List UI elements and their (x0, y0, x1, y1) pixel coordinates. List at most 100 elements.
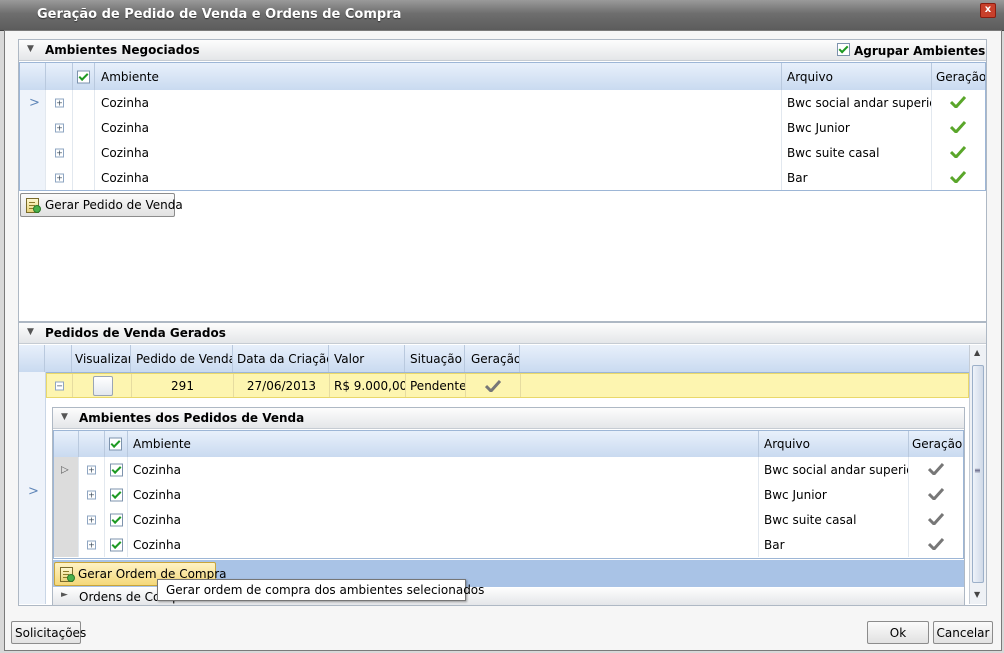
green-check-icon (950, 146, 966, 158)
select-all-check-icon[interactable] (77, 70, 90, 83)
header-arquivo[interactable]: Arquivo (782, 63, 932, 90)
green-check-icon (950, 96, 966, 108)
row-select[interactable] (105, 532, 128, 557)
pedido-value: 291 (171, 378, 194, 393)
ambientes-panel: ▼ Ambientes Negociados Agrupar Ambientes… (18, 39, 987, 322)
scroll-up-icon[interactable]: ▲ (974, 348, 980, 357)
header-expand-cell (79, 431, 105, 457)
row-geracao (909, 532, 963, 557)
expand-plus-icon[interactable]: + (55, 98, 64, 107)
table-row[interactable]: + Cozinha Bwc Junior (54, 482, 963, 508)
expand-plus-icon[interactable]: + (87, 540, 96, 549)
header-indicator-cell (20, 63, 46, 90)
ok-button[interactable]: Ok (867, 621, 929, 644)
row-check-icon[interactable] (110, 463, 123, 476)
pedido-row-selected[interactable]: − 291 27/06/2013 R$ 9.000,00 Pendente (46, 373, 969, 398)
row-expand[interactable]: + (79, 482, 105, 507)
header-visualizar[interactable]: Visualizar (72, 345, 131, 372)
row-expand[interactable]: + (46, 90, 73, 115)
expand-plus-icon[interactable]: + (55, 123, 64, 132)
col-geracao-label: Geração (936, 69, 985, 84)
pedidos-header[interactable]: ▼ Pedidos de Venda Gerados (19, 323, 986, 344)
expand-plus-icon[interactable]: + (55, 148, 64, 157)
row-arquivo: Bar (759, 532, 909, 557)
row-expand[interactable]: + (46, 140, 73, 165)
row-select[interactable] (105, 482, 128, 507)
table-row[interactable]: + Cozinha Bwc Junior (20, 115, 985, 141)
header-select-all[interactable] (105, 431, 128, 457)
valor-value: R$ 9.000,00 (334, 378, 406, 393)
select-all-check-icon[interactable] (109, 437, 122, 451)
header-ambiente[interactable]: Ambiente (95, 63, 782, 90)
situacao-cell: Pendente (406, 374, 466, 397)
gerar-pedido-venda-button[interactable]: Gerar Pedido de Venda (20, 193, 183, 217)
ambientes-header[interactable]: ▼ Ambientes Negociados Agrupar Ambientes (19, 40, 986, 61)
row-expand[interactable]: + (46, 115, 73, 140)
header-geracao[interactable]: Geração (465, 345, 520, 372)
table-row[interactable]: + Cozinha Bar (54, 532, 963, 557)
visualizar-cell[interactable] (73, 374, 132, 397)
scroll-down-icon[interactable]: ▼ (974, 590, 980, 599)
row-check-icon[interactable] (110, 538, 123, 551)
ambiente-value: Cozinha (133, 462, 181, 477)
row-expand[interactable]: + (79, 457, 105, 482)
table-row[interactable]: > + Cozinha Bwc social andar superior (20, 90, 985, 116)
close-button[interactable]: x (980, 3, 996, 18)
cancelar-button[interactable]: Cancelar (933, 621, 993, 644)
window-titlebar: Geração de Pedido de Venda e Ordens de C… (0, 0, 1004, 31)
expand-plus-icon[interactable]: + (87, 465, 96, 474)
collapse-arrow-icon: ▼ (27, 327, 34, 337)
row-check-icon[interactable] (110, 513, 123, 526)
ambiente-value: Cozinha (133, 512, 181, 527)
col-valor-label: Valor (334, 351, 365, 366)
scroll-thumb[interactable]: ≡ (972, 365, 984, 583)
row-expand[interactable]: + (46, 165, 73, 190)
row-ambiente: Cozinha (128, 457, 759, 482)
agrupar-check-icon[interactable] (837, 43, 850, 56)
pedidos-indicator-column: > (19, 372, 46, 604)
expand-plus-icon[interactable]: + (87, 490, 96, 499)
expand-plus-icon[interactable]: + (55, 173, 64, 182)
gray-check-icon (928, 463, 944, 475)
row-select[interactable] (105, 507, 128, 532)
magnifier-document-icon[interactable] (93, 375, 113, 396)
solicitacoes-button[interactable]: Solicitações (11, 621, 86, 644)
expand-plus-icon[interactable]: + (87, 515, 96, 524)
geracao-cell (466, 374, 521, 397)
header-data[interactable]: Data da Criação (233, 345, 329, 372)
header-valor[interactable]: Valor (329, 345, 405, 372)
collapse-minus-icon[interactable]: − (55, 381, 64, 390)
col-ambiente-label: Ambiente (101, 69, 159, 84)
row-select[interactable] (105, 457, 128, 482)
row-check-icon[interactable] (110, 488, 123, 501)
row-arquivo: Bwc suite casal (759, 507, 909, 532)
solicitacoes-label: Solicitações (15, 625, 87, 640)
header-ambiente[interactable]: Ambiente (128, 431, 759, 457)
row-arquivo: Bwc suite casal (782, 140, 932, 165)
sub-header[interactable]: ▼ Ambientes dos Pedidos de Venda (53, 408, 964, 429)
header-select-all[interactable] (73, 63, 95, 90)
row-indicator (54, 532, 79, 557)
header-geracao[interactable]: Geração (932, 63, 985, 90)
table-row[interactable]: + Cozinha Bar (20, 165, 985, 190)
header-pedido[interactable]: Pedido de Venda (131, 345, 233, 372)
pedidos-scrollbar[interactable]: ▲ ≡ ▼ (969, 345, 986, 604)
agrupar-checkbox[interactable] (837, 43, 850, 59)
table-row[interactable]: ▷ + Cozinha Bwc social andar superior (54, 457, 963, 483)
row-indicator (20, 140, 46, 165)
row-geracao (932, 140, 985, 165)
table-row[interactable]: + Cozinha Bwc suite casal (54, 507, 963, 533)
gray-check-icon (928, 513, 944, 525)
row-pointer-icon: ▷ (61, 464, 69, 475)
row-collapse[interactable]: − (47, 374, 73, 397)
document-icon (26, 198, 41, 213)
header-situacao[interactable]: Situação (405, 345, 465, 372)
header-arquivo[interactable]: Arquivo (759, 431, 909, 457)
table-row[interactable]: + Cozinha Bwc suite casal (20, 140, 985, 166)
header-expand-cell (45, 345, 72, 372)
ambientes-rows: > + Cozinha Bwc social andar superior + … (20, 90, 985, 190)
row-expand[interactable]: + (79, 507, 105, 532)
row-expand[interactable]: + (79, 532, 105, 557)
header-geracao[interactable]: Geração (909, 431, 963, 457)
sub-grid-header: Ambiente Arquivo Geração (54, 431, 963, 458)
